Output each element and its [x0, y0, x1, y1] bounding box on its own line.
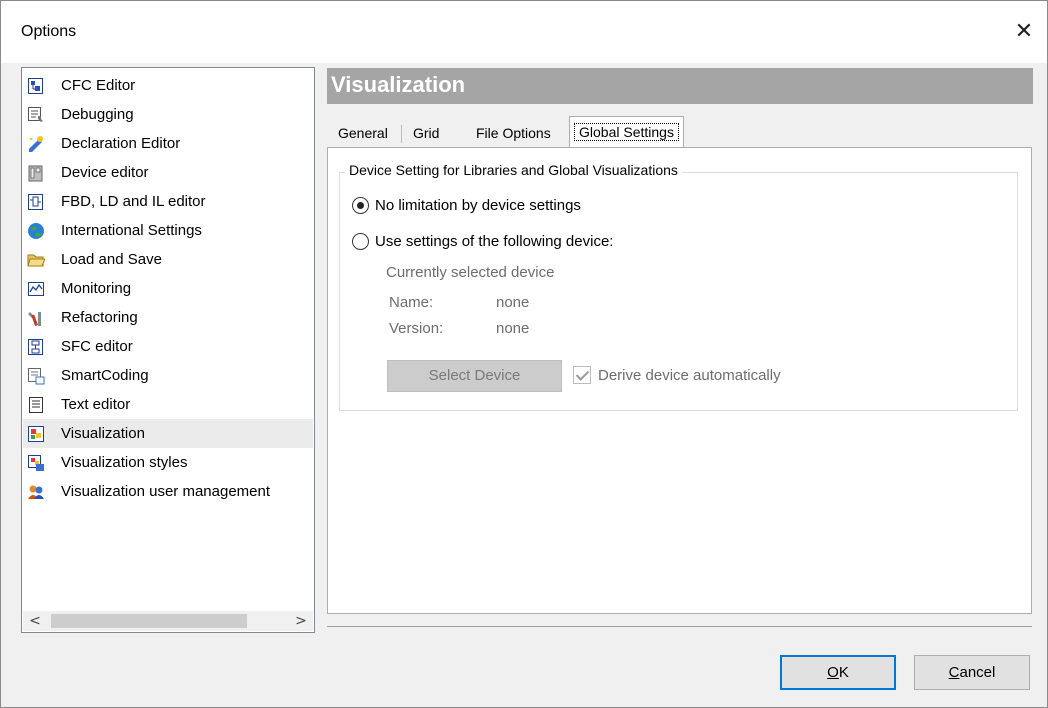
- user-management-icon: [27, 483, 45, 501]
- tree-item-label: Debugging: [61, 106, 134, 123]
- tree-item-label: Visualization user management: [61, 483, 271, 500]
- footer-divider: [327, 626, 1032, 627]
- declaration-editor-icon: [27, 135, 45, 153]
- tree-item-fbd-ld-il-editor[interactable]: FBD, LD and IL editor: [23, 187, 313, 216]
- tab-general[interactable]: General: [334, 120, 392, 148]
- tree-item-visualization-styles[interactable]: Visualization styles: [23, 448, 313, 477]
- tree-item-visualization-user-management[interactable]: Visualization user management: [23, 477, 313, 506]
- monitoring-icon: [27, 280, 45, 298]
- tab-separator: [401, 125, 402, 143]
- fbd-ld-il-editor-icon: [27, 193, 45, 211]
- tab-global-settings[interactable]: Global Settings: [569, 116, 684, 148]
- folder-open-icon: [27, 251, 46, 269]
- cancel-button[interactable]: Cancel: [914, 655, 1030, 690]
- checkbox-label: Derive device automatically: [598, 366, 781, 384]
- tree-item-label: Load and Save: [61, 251, 162, 268]
- device-name-label: Name:: [389, 294, 434, 311]
- tree-item-smartcoding[interactable]: SmartCoding: [23, 361, 313, 390]
- window-title: Options: [21, 23, 77, 40]
- close-icon[interactable]: ✕: [1007, 15, 1041, 49]
- debugging-icon: [27, 106, 45, 124]
- tree-item-monitoring[interactable]: Monitoring: [23, 274, 313, 303]
- derive-device-checkbox-row[interactable]: Derive device automatically: [573, 366, 781, 384]
- tree-item-load-and-save[interactable]: Load and Save: [23, 245, 313, 274]
- tools-icon: [27, 309, 45, 327]
- smartcoding-icon: [27, 367, 45, 385]
- title-bar: Options ✕: [1, 1, 1047, 63]
- tree-item-device-editor[interactable]: Device editor: [23, 158, 313, 187]
- tab-label: Global Settings: [574, 123, 679, 141]
- scrollbar-thumb[interactable]: [51, 614, 247, 628]
- tree-item-label: FBD, LD and IL editor: [61, 193, 206, 210]
- group-title: Device Setting for Libraries and Global …: [345, 162, 682, 178]
- options-category-tree[interactable]: CFC Editor Debugging Declaration Editor …: [21, 67, 315, 633]
- scroll-right-icon[interactable]: >: [289, 611, 313, 631]
- ok-accel: O: [827, 664, 839, 681]
- cancel-rest: ancel: [959, 664, 996, 681]
- radio-label: No limitation by device settings: [375, 197, 581, 214]
- options-dialog: Options ✕ CFC Editor Debugging Declarati…: [0, 0, 1048, 708]
- tree-item-declaration-editor[interactable]: Declaration Editor: [23, 129, 313, 158]
- globe-icon: [27, 222, 45, 240]
- panel-header: Visualization: [327, 68, 1033, 104]
- tree-item-label: CFC Editor: [61, 77, 136, 94]
- device-version-label: Version:: [389, 320, 444, 337]
- visualization-styles-icon: [27, 454, 45, 472]
- tree-item-label: International Settings: [61, 222, 202, 239]
- tree-item-text-editor[interactable]: Text editor: [23, 390, 313, 419]
- tree-item-refactoring[interactable]: Refactoring: [23, 303, 313, 332]
- tree-item-visualization[interactable]: Visualization: [23, 419, 313, 448]
- ok-rest: K: [838, 664, 849, 681]
- tree-item-label: Monitoring: [61, 280, 132, 297]
- radio-no-limitation[interactable]: No limitation by device settings: [352, 197, 581, 214]
- text-editor-icon: [27, 396, 45, 414]
- tree-item-label: SmartCoding: [61, 367, 149, 384]
- device-name-value: none: [496, 294, 530, 311]
- tree-item-international-settings[interactable]: International Settings: [23, 216, 313, 245]
- tree-item-debugging[interactable]: Debugging: [23, 100, 313, 129]
- select-device-button[interactable]: Select Device: [387, 360, 562, 392]
- tab-file-options[interactable]: File Options: [472, 120, 555, 148]
- tree-item-label: Visualization styles: [61, 454, 188, 471]
- tree-item-label: Text editor: [61, 396, 131, 413]
- horizontal-scrollbar[interactable]: < >: [23, 611, 313, 631]
- radio-button[interactable]: [352, 233, 369, 250]
- scroll-left-icon[interactable]: <: [23, 611, 47, 631]
- sfc-editor-icon: [27, 338, 45, 356]
- tree-item-label: SFC editor: [61, 338, 133, 355]
- tree-item-label: Device editor: [61, 164, 149, 181]
- radio-button-checked[interactable]: [352, 197, 369, 214]
- device-version-value: none: [496, 320, 530, 337]
- cancel-accel: C: [948, 664, 960, 681]
- tree-item-sfc-editor[interactable]: SFC editor: [23, 332, 313, 361]
- panel-title: Visualization: [331, 72, 466, 97]
- radio-label: Use settings of the following device:: [375, 233, 614, 250]
- tree-item-cfc-editor[interactable]: CFC Editor: [23, 71, 313, 100]
- visualization-icon: [27, 425, 45, 443]
- radio-use-device-settings[interactable]: Use settings of the following device:: [352, 233, 613, 250]
- currently-selected-device-label: Currently selected device: [386, 264, 555, 281]
- device-editor-icon: [27, 164, 45, 182]
- cfc-editor-icon: [27, 77, 45, 95]
- derive-device-checkbox[interactable]: [573, 366, 591, 384]
- tree-item-label: Declaration Editor: [61, 135, 181, 152]
- tab-grid[interactable]: Grid: [409, 120, 443, 148]
- ok-button[interactable]: OK: [780, 655, 896, 690]
- tree-item-label: Visualization: [61, 425, 145, 442]
- tree-item-label: Refactoring: [61, 309, 138, 326]
